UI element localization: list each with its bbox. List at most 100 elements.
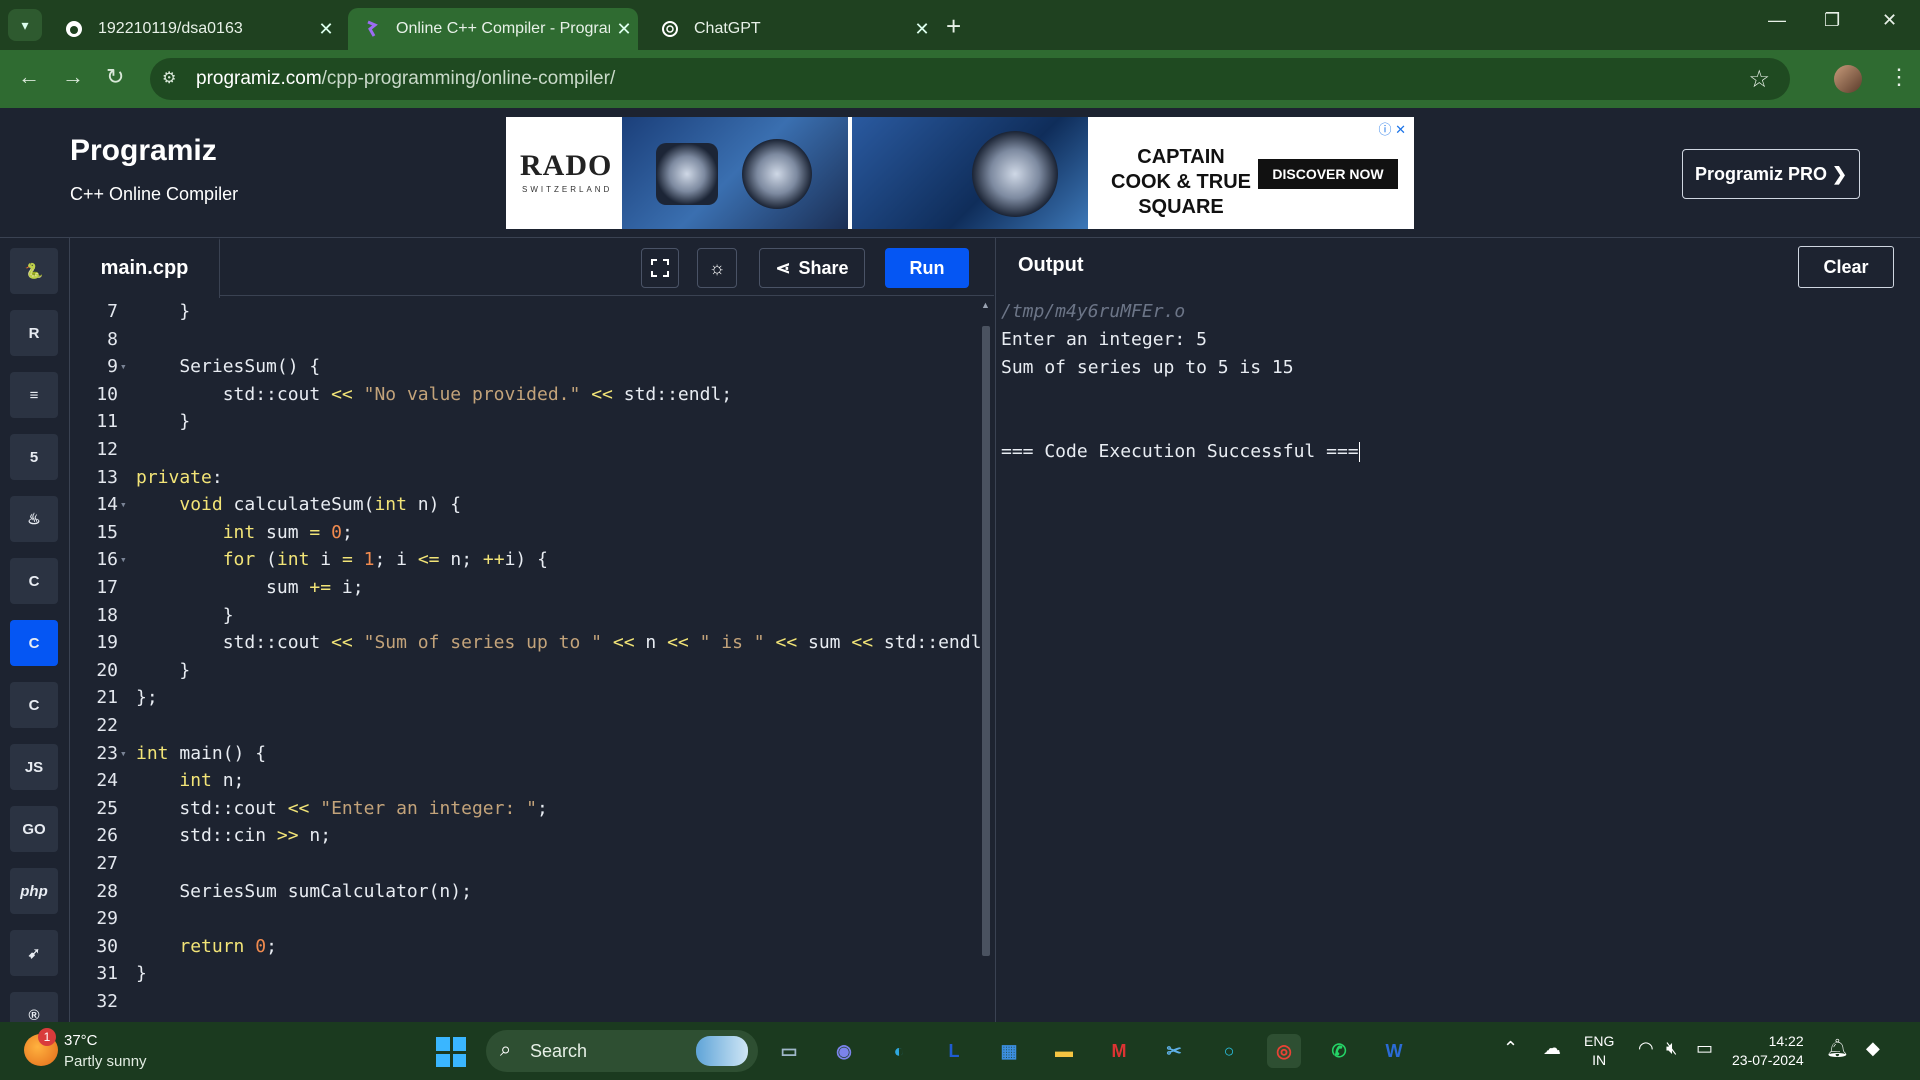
forward-icon[interactable]: → [62, 64, 84, 90]
new-tab-button[interactable]: + [946, 11, 961, 42]
code-line[interactable]: 19 std::cout << "Sum of series up to " <… [70, 629, 992, 657]
tab-programiz[interactable]: Online C++ Compiler - Program ✕ [348, 8, 638, 50]
code-line[interactable]: 16 ▾ for (int i = 1; i <= n; ++i) { [70, 546, 976, 574]
editor-scrollbar[interactable] [982, 326, 990, 956]
clear-button[interactable]: Clear [1798, 246, 1894, 288]
r-icon[interactable]: R [10, 310, 58, 356]
swift-icon[interactable]: ➹ [10, 930, 58, 976]
code-line[interactable]: 20 } [70, 657, 976, 685]
code-line[interactable]: 12 [70, 436, 976, 464]
mcafee-icon[interactable]: M [1102, 1034, 1136, 1068]
run-button[interactable]: Run [885, 248, 969, 288]
code-line[interactable]: 11 } [70, 408, 976, 436]
windows-start-icon[interactable] [436, 1037, 466, 1067]
whatsapp-icon[interactable]: ✆ [1322, 1034, 1356, 1068]
battery-icon[interactable]: ▭ [1696, 1038, 1713, 1059]
code-line[interactable]: 29 [70, 905, 976, 933]
teams-icon[interactable]: ◉ [827, 1034, 861, 1068]
code-line[interactable]: 30 return 0; [70, 933, 976, 961]
tab-search-chevron-icon[interactable]: ▾ [8, 9, 42, 41]
code-area[interactable]: 7 } 8 9 ▾ SeriesSum() {10 std::cout << "No … [70, 298, 992, 1068]
minimize-icon[interactable]: — [1768, 10, 1786, 31]
fullscreen-button[interactable] [641, 248, 679, 288]
word-icon[interactable]: W [1377, 1034, 1411, 1068]
python-icon[interactable]: 🐍 [10, 248, 58, 294]
reload-icon[interactable]: ↻ [106, 64, 124, 90]
ad-close-icon[interactable]: ⓘ ✕ [1378, 119, 1406, 138]
cortana-icon[interactable]: ○ [1212, 1034, 1246, 1068]
volume-muted-icon[interactable]: 🔇︎ [1666, 1038, 1677, 1059]
code-line[interactable]: 13 private: [70, 464, 976, 492]
code-line[interactable]: 7 } [70, 298, 976, 326]
close-window-icon[interactable]: ✕ [1882, 10, 1897, 31]
fold-arrow-icon[interactable]: ▾ [120, 740, 127, 768]
fold-arrow-icon[interactable]: ▾ [120, 546, 127, 574]
show-hidden-icons-icon[interactable]: ⌃ [1503, 1038, 1518, 1059]
scroll-up-arrow-icon[interactable]: ▲ [981, 300, 990, 310]
share-button[interactable]: ⋖ Share [759, 248, 865, 288]
code-line[interactable]: 23 ▾ int main() { [70, 740, 976, 768]
temperature[interactable]: 37°C [64, 1032, 98, 1049]
code-line[interactable]: 9 ▾ SeriesSum() { [70, 353, 976, 381]
advertisement-banner[interactable]: RADO SWITZERLAND CAPTAIN COOK & TRUE SQU… [506, 117, 1414, 229]
close-tab-icon[interactable]: ✕ [610, 19, 638, 40]
task-view-icon[interactable]: ▭ [772, 1034, 806, 1068]
l-app-icon[interactable]: L [937, 1034, 971, 1068]
back-icon[interactable]: ← [18, 64, 40, 90]
js-icon[interactable]: JS [10, 744, 58, 790]
code-line[interactable]: 10 std::cout << "No value provided." << … [70, 381, 976, 409]
edge-icon[interactable]: ◐ [882, 1034, 916, 1068]
html-icon[interactable]: 5 [10, 434, 58, 480]
taskbar-search[interactable]: ⌕ Search [486, 1030, 758, 1072]
csharp-icon[interactable]: C [10, 682, 58, 728]
wifi-icon[interactable]: ◠ [1638, 1038, 1654, 1059]
code-line[interactable]: 17 sum += i; [70, 574, 976, 602]
java-icon[interactable]: ♨ [10, 496, 58, 542]
weather-condition[interactable]: Partly sunny [64, 1053, 147, 1070]
code-line[interactable]: 18 } [70, 602, 976, 630]
programiz-pro-button[interactable]: Programiz PRO ❯ [1682, 149, 1860, 199]
programiz-logo[interactable]: Programiz [70, 134, 217, 168]
onedrive-icon[interactable]: ☁ [1543, 1038, 1561, 1059]
tab-chatgpt[interactable]: ChatGPT ✕ [646, 8, 936, 50]
snipping-tool-icon[interactable]: ✂ [1157, 1034, 1191, 1068]
theme-toggle-button[interactable]: ☼ [697, 248, 737, 288]
code-line[interactable]: 28 SeriesSum sumCalculator(n); [70, 878, 976, 906]
restore-icon[interactable]: ❐ [1824, 10, 1840, 31]
chrome-icon[interactable]: ◎ [1267, 1034, 1301, 1068]
code-line[interactable]: 14 ▾ void calculateSum(int n) { [70, 491, 976, 519]
close-tab-icon[interactable]: ✕ [908, 19, 936, 40]
fold-arrow-icon[interactable]: ▾ [120, 353, 127, 381]
notifications-bell-icon[interactable]: 🔔︎ [1826, 1038, 1849, 1059]
code-line[interactable]: 31} [70, 960, 976, 988]
code-line[interactable]: 15 int sum = 0; [70, 519, 976, 547]
store-icon[interactable]: ▦ [992, 1034, 1026, 1068]
ad-discover-button[interactable]: DISCOVER NOW [1258, 159, 1398, 189]
site-info-icon[interactable]: ⚙ [162, 68, 176, 88]
input-language[interactable]: ENG IN [1584, 1032, 1614, 1070]
output-console[interactable]: /tmp/m4y6ruMFEr.o Enter an integer: 5 Sum … [1001, 298, 1360, 466]
rust-icon[interactable]: ® [10, 992, 58, 1022]
file-tab-main-cpp[interactable]: main.cpp [70, 238, 220, 298]
bookmark-star-icon[interactable]: ☆ [1748, 65, 1770, 94]
code-line[interactable]: 22 [70, 712, 976, 740]
code-line[interactable]: 32 [70, 988, 976, 1016]
code-line[interactable]: 21}; [70, 684, 976, 712]
tab-github[interactable]: 192210119/dsa0163 ✕ [50, 8, 340, 50]
code-line[interactable]: 8 [70, 326, 976, 354]
profile-avatar[interactable] [1834, 65, 1862, 93]
sql-icon[interactable]: ≡ [10, 372, 58, 418]
code-line[interactable]: 26 std::cin >> n; [70, 822, 976, 850]
code-line[interactable]: 27 [70, 850, 976, 878]
code-line[interactable]: 25 std::cout << "Enter an integer: "; [70, 795, 976, 823]
close-tab-icon[interactable]: ✕ [312, 19, 340, 40]
url-input[interactable]: ⚙ programiz.com/cpp-programming/online-c… [150, 58, 1790, 100]
menu-kebab-icon[interactable]: ⋮ [1888, 64, 1910, 90]
copilot-icon[interactable]: ◆ [1866, 1038, 1880, 1059]
file-explorer-icon[interactable]: ▬ [1047, 1034, 1081, 1068]
php-icon[interactable]: php [10, 868, 58, 914]
code-line[interactable]: 24 int n; [70, 767, 976, 795]
fold-arrow-icon[interactable]: ▾ [120, 491, 127, 519]
cpp-icon[interactable]: C [10, 620, 58, 666]
go-icon[interactable]: GO [10, 806, 58, 852]
